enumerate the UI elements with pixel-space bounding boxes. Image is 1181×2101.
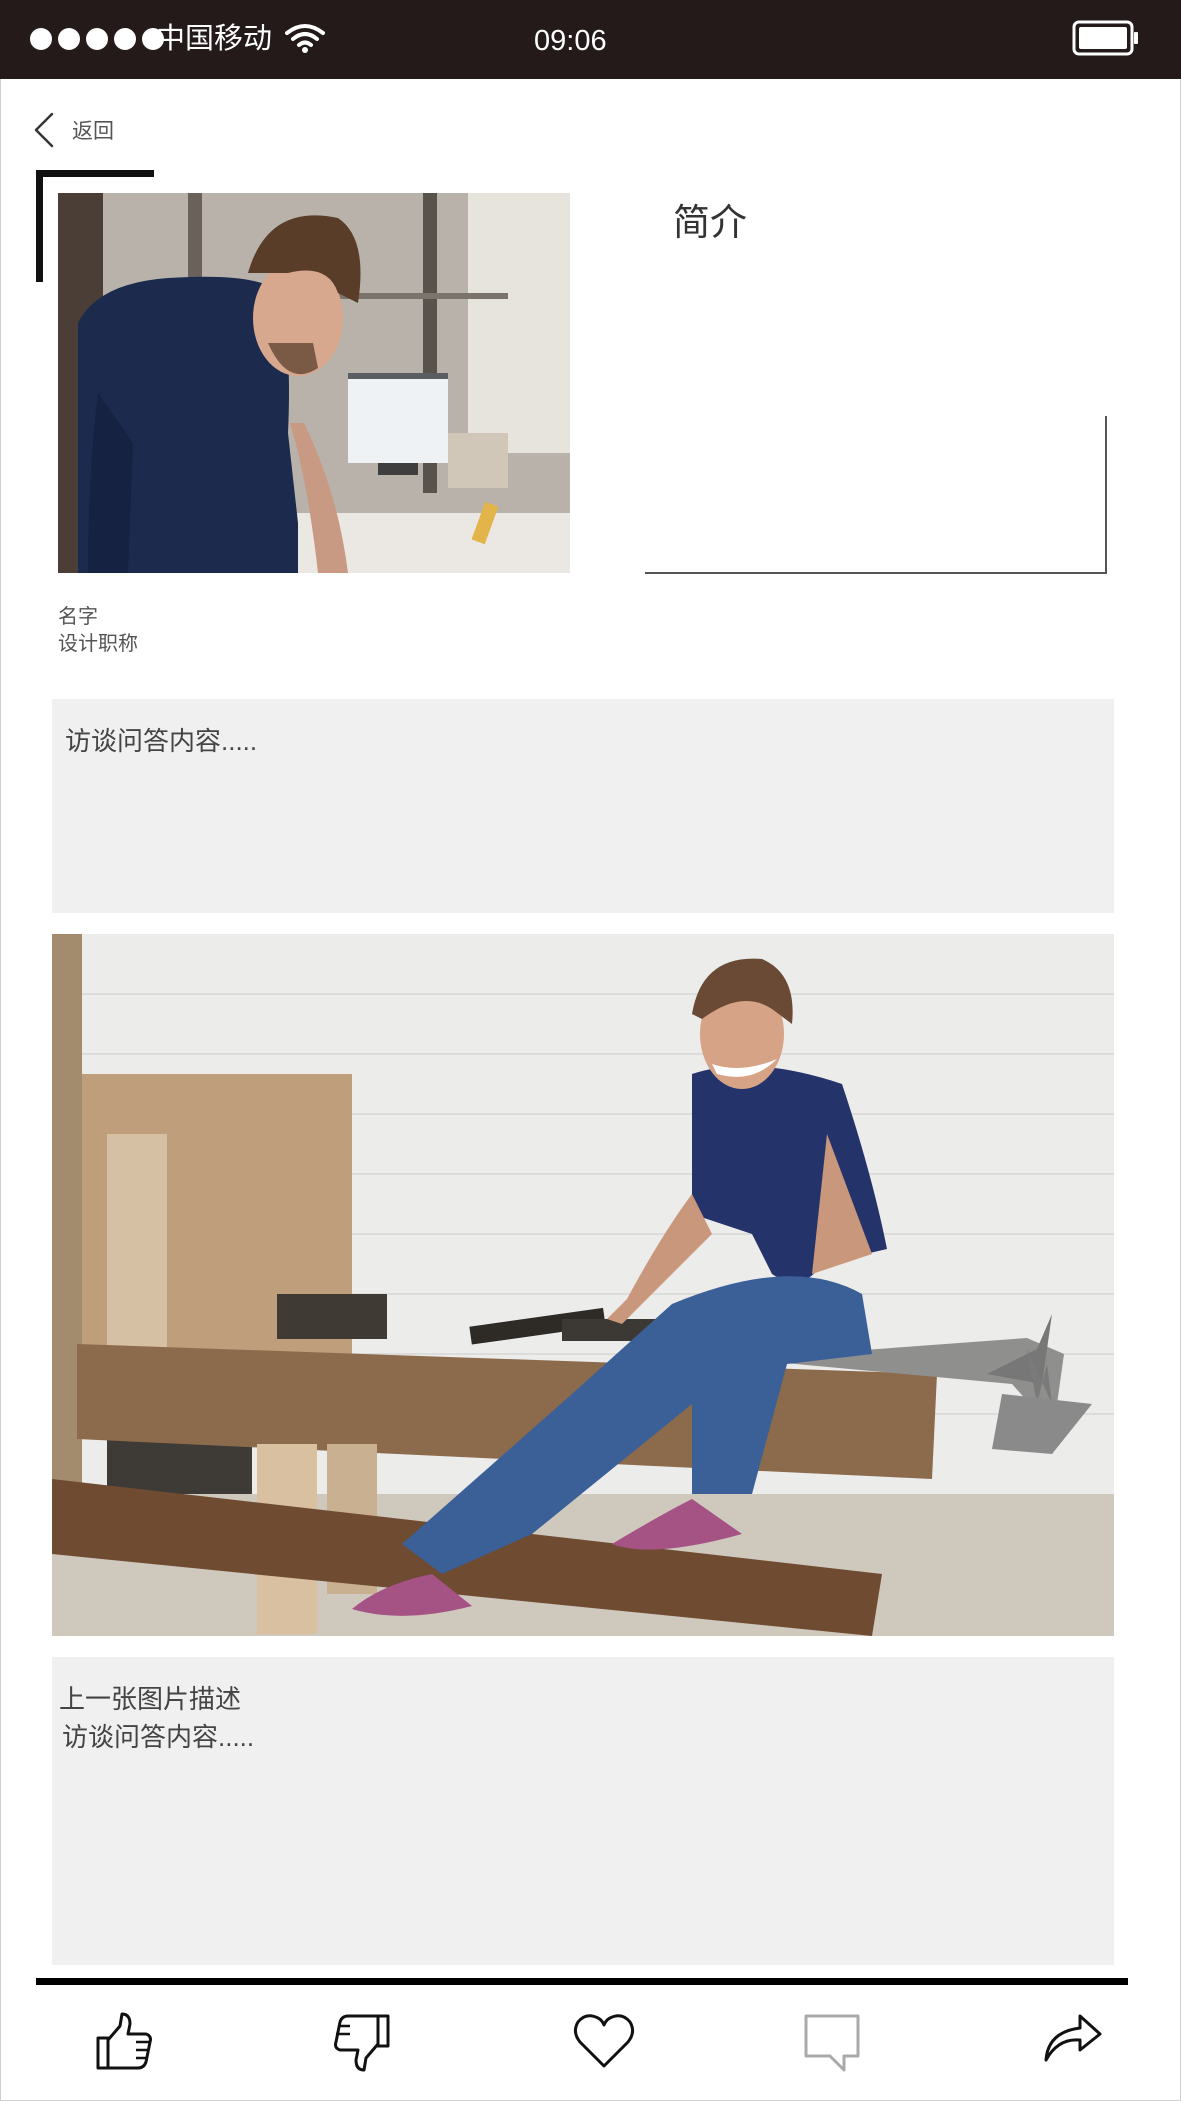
action-bar-divider <box>36 1978 1128 1985</box>
image-caption: 上一张图片描述 <box>59 1684 242 1714</box>
comment-button[interactable] <box>800 2010 864 2074</box>
share-icon <box>1044 2014 1102 2062</box>
back-button[interactable]: 返回 <box>32 110 114 150</box>
designer-job-title: 设计职称 <box>58 633 138 655</box>
thumbs-down-icon <box>334 2014 390 2072</box>
intro-content-box <box>645 416 1107 574</box>
comment-icon <box>804 2014 860 2072</box>
designer-studio-photo <box>52 934 1114 1636</box>
action-bar <box>0 2010 1181 2080</box>
like-button[interactable] <box>92 2010 156 2074</box>
corner-accent <box>36 170 154 177</box>
heart-icon <box>573 2014 635 2068</box>
share-button[interactable] <box>1040 2010 1104 2074</box>
interview-answer-panel: 访谈问答内容..... <box>52 699 1114 913</box>
wifi-icon <box>285 22 325 54</box>
corner-accent-vertical <box>36 170 43 282</box>
interview-answer-panel-2: 上一张图片描述 访谈问答内容..... <box>52 1657 1114 1965</box>
designer-name: 名字 <box>58 606 98 628</box>
carrier-name: 中国移动 <box>156 23 273 55</box>
battery-icon <box>1072 20 1140 56</box>
dislike-button[interactable] <box>330 2010 394 2074</box>
chevron-left-icon <box>34 112 54 148</box>
designer-portrait-photo <box>58 193 570 573</box>
status-bar: 中国移动 09:06 <box>0 0 1181 79</box>
interview-answer-text-2: 访谈问答内容..... <box>62 1722 255 1752</box>
interview-answer-text: 访谈问答内容..... <box>65 726 258 756</box>
clock: 09:06 <box>534 25 607 57</box>
back-label: 返回 <box>72 120 114 143</box>
favorite-button[interactable] <box>572 2010 636 2074</box>
intro-heading: 简介 <box>673 202 747 243</box>
signal-strength-icon <box>30 28 164 50</box>
thumbs-up-icon <box>96 2012 152 2070</box>
